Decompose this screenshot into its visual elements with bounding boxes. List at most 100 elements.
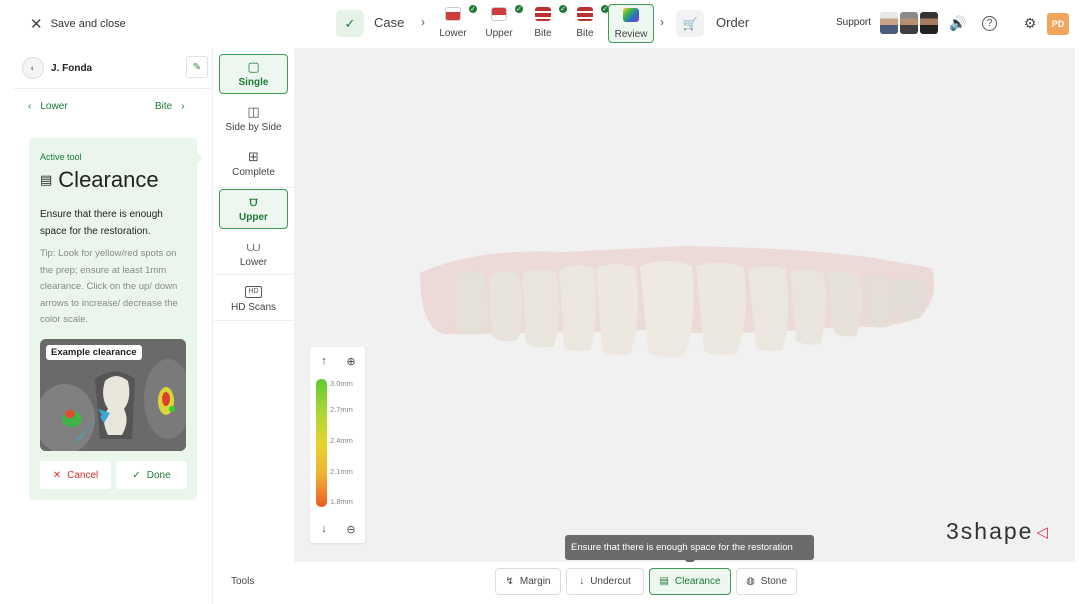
tool-stone-button[interactable]: ◍ Stone <box>736 568 797 595</box>
upper-jaw-icon <box>491 7 507 21</box>
tool-margin-button[interactable]: ↯ Margin <box>495 568 561 595</box>
step-case[interactable]: Case <box>374 15 404 30</box>
divider <box>14 88 213 89</box>
scale-tick: 1.8mm <box>330 497 353 506</box>
done-check-icon: ✓ <box>468 4 478 14</box>
nav-next-label: Bite <box>155 101 173 112</box>
sound-icon[interactable]: 🔊 <box>948 13 968 33</box>
scale-tick: 2.4mm <box>330 436 353 445</box>
save-and-close-button[interactable]: ✕ Save and close <box>30 14 126 34</box>
tool-label: Undercut <box>590 576 631 587</box>
active-tool-description: Ensure that there is enough space for th… <box>40 209 163 237</box>
nav-prev-button[interactable]: ‹ Lower <box>28 101 68 112</box>
top-bar: ✕ Save and close ✓ Case › ✓ Lower ✓ Uppe… <box>0 0 1083 48</box>
chevron-right-icon: › <box>181 101 185 112</box>
active-tool-tip: Tip: Look for yellow/red spots on the pr… <box>40 248 178 326</box>
dental-scan-model[interactable] <box>414 238 944 368</box>
upper-jaw-icon: ⩌ <box>249 194 258 209</box>
done-button[interactable]: ✓ Done <box>116 461 187 489</box>
zoom-out-icon[interactable]: ⊖ <box>340 518 362 540</box>
view-label: Side by Side <box>225 122 282 133</box>
save-and-close-label: Save and close <box>50 18 126 30</box>
tooltip: Ensure that there is enough space for th… <box>565 535 814 565</box>
scale-down-arrow-icon[interactable]: ↓ <box>313 518 335 540</box>
margin-icon: ↯ <box>505 576 514 587</box>
view-options-column: ▢ Single ◫ Side by Side ⊞ Complete ⩌ Upp… <box>214 48 293 562</box>
review-icon <box>623 8 639 22</box>
chevron-right-icon: › <box>421 15 425 29</box>
patient-avatar: ◐ <box>22 57 44 79</box>
view-complete-button[interactable]: ⊞ Complete <box>219 144 288 184</box>
chevron-left-icon: ‹ <box>28 101 32 112</box>
active-tool-title: ▤ Clearance <box>40 167 159 193</box>
active-tool-card: Active tool ▤ Clearance Ensure that ther… <box>29 138 203 500</box>
view-single-button[interactable]: ▢ Single <box>219 54 288 94</box>
step-review[interactable]: Review <box>608 4 654 43</box>
view-side-by-side-button[interactable]: ◫ Side by Side <box>219 99 288 139</box>
chevron-right-icon: › <box>660 15 664 29</box>
help-icon[interactable]: ? <box>982 16 997 31</box>
avatar <box>900 12 918 34</box>
edit-pencil-icon[interactable]: ✎ <box>186 56 208 78</box>
tool-label: Clearance <box>674 576 721 587</box>
bottom-toolbar: Tools ↯ Margin ↓ Undercut ▤ Clearance ◍ … <box>214 562 1083 604</box>
active-tool-title-text: Clearance <box>58 167 159 192</box>
bite-icon <box>577 7 593 21</box>
step-lower[interactable]: ✓ Lower <box>434 4 478 42</box>
step-label: Bite <box>534 28 552 39</box>
tool-clearance-button[interactable]: ▤ Clearance <box>649 568 731 595</box>
logo-text: 3shape <box>946 518 1034 544</box>
3shape-logo: 3shape ◁ <box>946 518 1050 545</box>
support-label[interactable]: Support <box>836 17 871 28</box>
nav-next-button[interactable]: Bite › <box>155 101 185 112</box>
divider <box>214 320 293 321</box>
view-label: Single <box>238 77 269 88</box>
hd-scans-button[interactable]: HD HD Scans <box>219 279 288 319</box>
lower-jaw-icon: ⩊ <box>246 239 261 254</box>
view-label: Lower <box>239 257 268 268</box>
support-avatars[interactable] <box>880 12 938 34</box>
divider <box>214 274 293 275</box>
close-icon: ✕ <box>30 15 43 33</box>
clearance-color-scale: ↑ ⊕ 3.0mm 2.7mm 2.4mm 2.1mm 1.8mm ↓ ⊖ <box>310 347 365 543</box>
user-avatar[interactable]: PD <box>1047 13 1069 35</box>
step-bite-1[interactable]: ✓ Bite <box>524 4 568 42</box>
step-upper[interactable]: ✓ Upper <box>480 4 524 42</box>
palette-icon: ◍ <box>746 576 755 587</box>
single-view-icon: ▢ <box>247 59 260 74</box>
gear-icon[interactable]: ⚙ <box>1020 13 1040 33</box>
left-panel: ◐ J. Fonda ✎ ‹ Lower Bite › Active tool … <box>14 48 213 604</box>
complete-view-icon: ⊞ <box>248 149 259 164</box>
check-icon: ✓ <box>132 469 141 481</box>
case-check-icon[interactable]: ✓ <box>336 10 364 37</box>
scale-tick: 2.7mm <box>330 405 353 414</box>
cart-icon[interactable]: 🛒 <box>676 10 704 37</box>
logo-triangle-icon: ◁ <box>1036 523 1051 541</box>
step-label: Lower <box>439 28 467 39</box>
hd-icon: HD <box>245 285 262 298</box>
cancel-button[interactable]: ✕ Cancel <box>40 461 111 489</box>
jaw-lower-button[interactable]: ⩊ Lower <box>219 234 288 274</box>
scale-up-arrow-icon[interactable]: ↑ <box>313 350 335 372</box>
avatar <box>880 12 898 34</box>
arrow-down-icon: ↓ <box>579 576 585 587</box>
tool-undercut-button[interactable]: ↓ Undercut <box>566 568 644 595</box>
tools-label: Tools <box>231 576 255 587</box>
patient-header: ◐ J. Fonda ✎ <box>22 56 208 80</box>
3d-viewport[interactable]: 3shape ◁ <box>294 48 1075 562</box>
step-bite-2[interactable]: ✓ Bite <box>566 4 610 42</box>
step-label: Review <box>614 29 648 40</box>
step-order[interactable]: Order <box>716 15 749 30</box>
clearance-icon: ▤ <box>40 172 53 187</box>
step-label: Bite <box>576 28 594 39</box>
jaw-upper-button[interactable]: ⩌ Upper <box>219 189 288 229</box>
divider <box>214 187 293 188</box>
zoom-in-icon[interactable]: ⊕ <box>340 350 362 372</box>
example-clearance-image: Example clearance <box>40 339 186 451</box>
color-gradient-bar <box>316 379 327 507</box>
scale-tick: 2.1mm <box>330 467 353 476</box>
close-icon: ✕ <box>52 469 62 481</box>
tooltip-text: Ensure that there is enough space for th… <box>571 542 793 553</box>
lower-jaw-icon <box>445 7 461 21</box>
patient-name: J. Fonda <box>51 62 93 74</box>
